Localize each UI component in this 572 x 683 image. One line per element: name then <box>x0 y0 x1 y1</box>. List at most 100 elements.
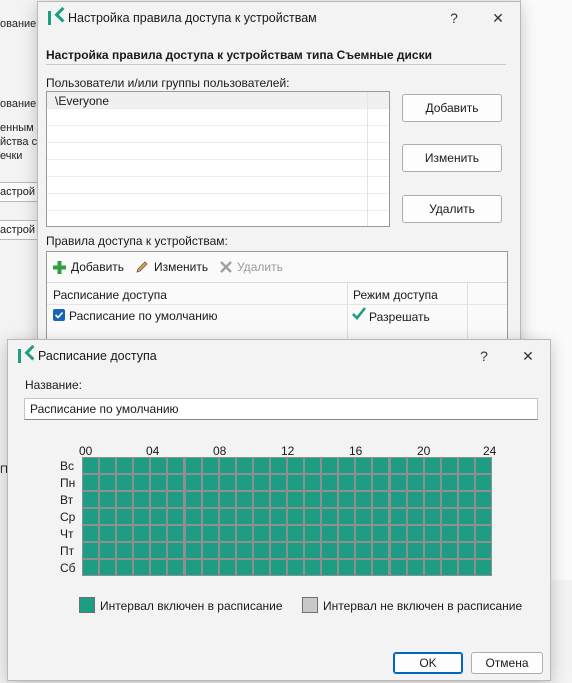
schedule-cell[interactable] <box>356 543 372 558</box>
schedule-cell[interactable] <box>458 492 474 507</box>
schedule-cell[interactable] <box>117 543 133 558</box>
schedule-cell[interactable] <box>134 509 150 524</box>
schedule-cell[interactable] <box>458 526 474 541</box>
schedule-cell[interactable] <box>117 475 133 490</box>
schedule-cell[interactable] <box>475 526 491 541</box>
schedule-cell[interactable] <box>305 492 321 507</box>
edit-user-button[interactable]: Изменить <box>402 144 502 172</box>
schedule-cell[interactable] <box>83 475 99 490</box>
schedule-cell[interactable] <box>339 475 355 490</box>
schedule-cell[interactable] <box>253 560 269 575</box>
schedule-cell[interactable] <box>219 526 235 541</box>
schedule-cell[interactable] <box>185 560 201 575</box>
schedule-cell[interactable] <box>424 492 440 507</box>
schedule-cell[interactable] <box>390 560 406 575</box>
schedule-cell[interactable] <box>151 526 167 541</box>
background-button[interactable]: астрой <box>0 220 41 240</box>
schedule-cell[interactable] <box>356 458 372 473</box>
schedule-cell[interactable] <box>407 526 423 541</box>
schedule-cell[interactable] <box>236 560 252 575</box>
schedule-cell[interactable] <box>151 543 167 558</box>
schedule-cell[interactable] <box>219 475 235 490</box>
schedule-cell[interactable] <box>390 526 406 541</box>
schedule-cell[interactable] <box>100 560 116 575</box>
schedule-cell[interactable] <box>83 526 99 541</box>
schedule-cell[interactable] <box>373 526 389 541</box>
help-button[interactable]: ? <box>434 2 474 34</box>
schedule-cell[interactable] <box>458 560 474 575</box>
schedule-cell[interactable] <box>441 492 457 507</box>
schedule-cell[interactable] <box>305 458 321 473</box>
schedule-cell[interactable] <box>202 492 218 507</box>
schedule-cell[interactable] <box>373 492 389 507</box>
schedule-cell[interactable] <box>407 492 423 507</box>
schedule-cell[interactable] <box>168 509 184 524</box>
schedule-cell[interactable] <box>134 475 150 490</box>
schedule-cell[interactable] <box>458 543 474 558</box>
schedule-cell[interactable] <box>305 526 321 541</box>
schedule-cell[interactable] <box>356 560 372 575</box>
schedule-cell[interactable] <box>475 475 491 490</box>
schedule-cell[interactable] <box>339 492 355 507</box>
schedule-cell[interactable] <box>151 492 167 507</box>
schedule-cell[interactable] <box>390 509 406 524</box>
schedule-cell[interactable] <box>151 560 167 575</box>
schedule-cell[interactable] <box>219 543 235 558</box>
schedule-cell[interactable] <box>168 543 184 558</box>
schedule-cell[interactable] <box>475 492 491 507</box>
schedule-cell[interactable] <box>253 458 269 473</box>
schedule-cell[interactable] <box>288 543 304 558</box>
schedule-cell[interactable] <box>339 509 355 524</box>
schedule-cell[interactable] <box>475 458 491 473</box>
schedule-cell[interactable] <box>168 492 184 507</box>
schedule-cell[interactable] <box>134 458 150 473</box>
schedule-cell[interactable] <box>117 458 133 473</box>
schedule-cell[interactable] <box>322 458 338 473</box>
cancel-button[interactable]: Отмена <box>471 652 543 674</box>
schedule-cell[interactable] <box>100 543 116 558</box>
schedule-cell[interactable] <box>185 543 201 558</box>
rule-checkbox[interactable] <box>53 309 65 321</box>
schedule-cell[interactable] <box>322 492 338 507</box>
schedule-cell[interactable] <box>373 458 389 473</box>
schedule-cell[interactable] <box>288 560 304 575</box>
schedule-cell[interactable] <box>424 526 440 541</box>
schedule-cell[interactable] <box>83 492 99 507</box>
schedule-cell[interactable] <box>236 458 252 473</box>
schedule-cell[interactable] <box>185 509 201 524</box>
schedule-cell[interactable] <box>117 560 133 575</box>
schedule-cell[interactable] <box>151 475 167 490</box>
schedule-cell[interactable] <box>151 458 167 473</box>
column-header-mode[interactable]: Режим доступа <box>353 288 438 302</box>
schedule-cell[interactable] <box>458 509 474 524</box>
schedule-cell[interactable] <box>100 526 116 541</box>
schedule-cell[interactable] <box>441 509 457 524</box>
schedule-cell[interactable] <box>322 560 338 575</box>
schedule-cell[interactable] <box>185 492 201 507</box>
schedule-cell[interactable] <box>339 560 355 575</box>
schedule-cell[interactable] <box>441 526 457 541</box>
schedule-cell[interactable] <box>475 560 491 575</box>
schedule-cell[interactable] <box>168 526 184 541</box>
background-button[interactable]: астрой <box>0 182 41 202</box>
schedule-cell[interactable] <box>185 526 201 541</box>
schedule-cell[interactable] <box>202 458 218 473</box>
schedule-cell[interactable] <box>305 475 321 490</box>
schedule-grid[interactable] <box>82 457 492 576</box>
schedule-cell[interactable] <box>236 543 252 558</box>
schedule-cell[interactable] <box>339 526 355 541</box>
schedule-cell[interactable] <box>458 475 474 490</box>
schedule-cell[interactable] <box>219 458 235 473</box>
schedule-cell[interactable] <box>117 509 133 524</box>
schedule-cell[interactable] <box>407 458 423 473</box>
schedule-cell[interactable] <box>322 475 338 490</box>
close-button[interactable]: ✕ <box>508 340 548 372</box>
schedule-cell[interactable] <box>356 526 372 541</box>
schedule-cell[interactable] <box>407 543 423 558</box>
schedule-cell[interactable] <box>151 509 167 524</box>
schedule-cell[interactable] <box>407 475 423 490</box>
list-item[interactable]: \Everyone <box>47 92 389 109</box>
schedule-cell[interactable] <box>134 543 150 558</box>
schedule-cell[interactable] <box>270 458 286 473</box>
column-header-schedule[interactable]: Расписание доступа <box>53 288 167 302</box>
